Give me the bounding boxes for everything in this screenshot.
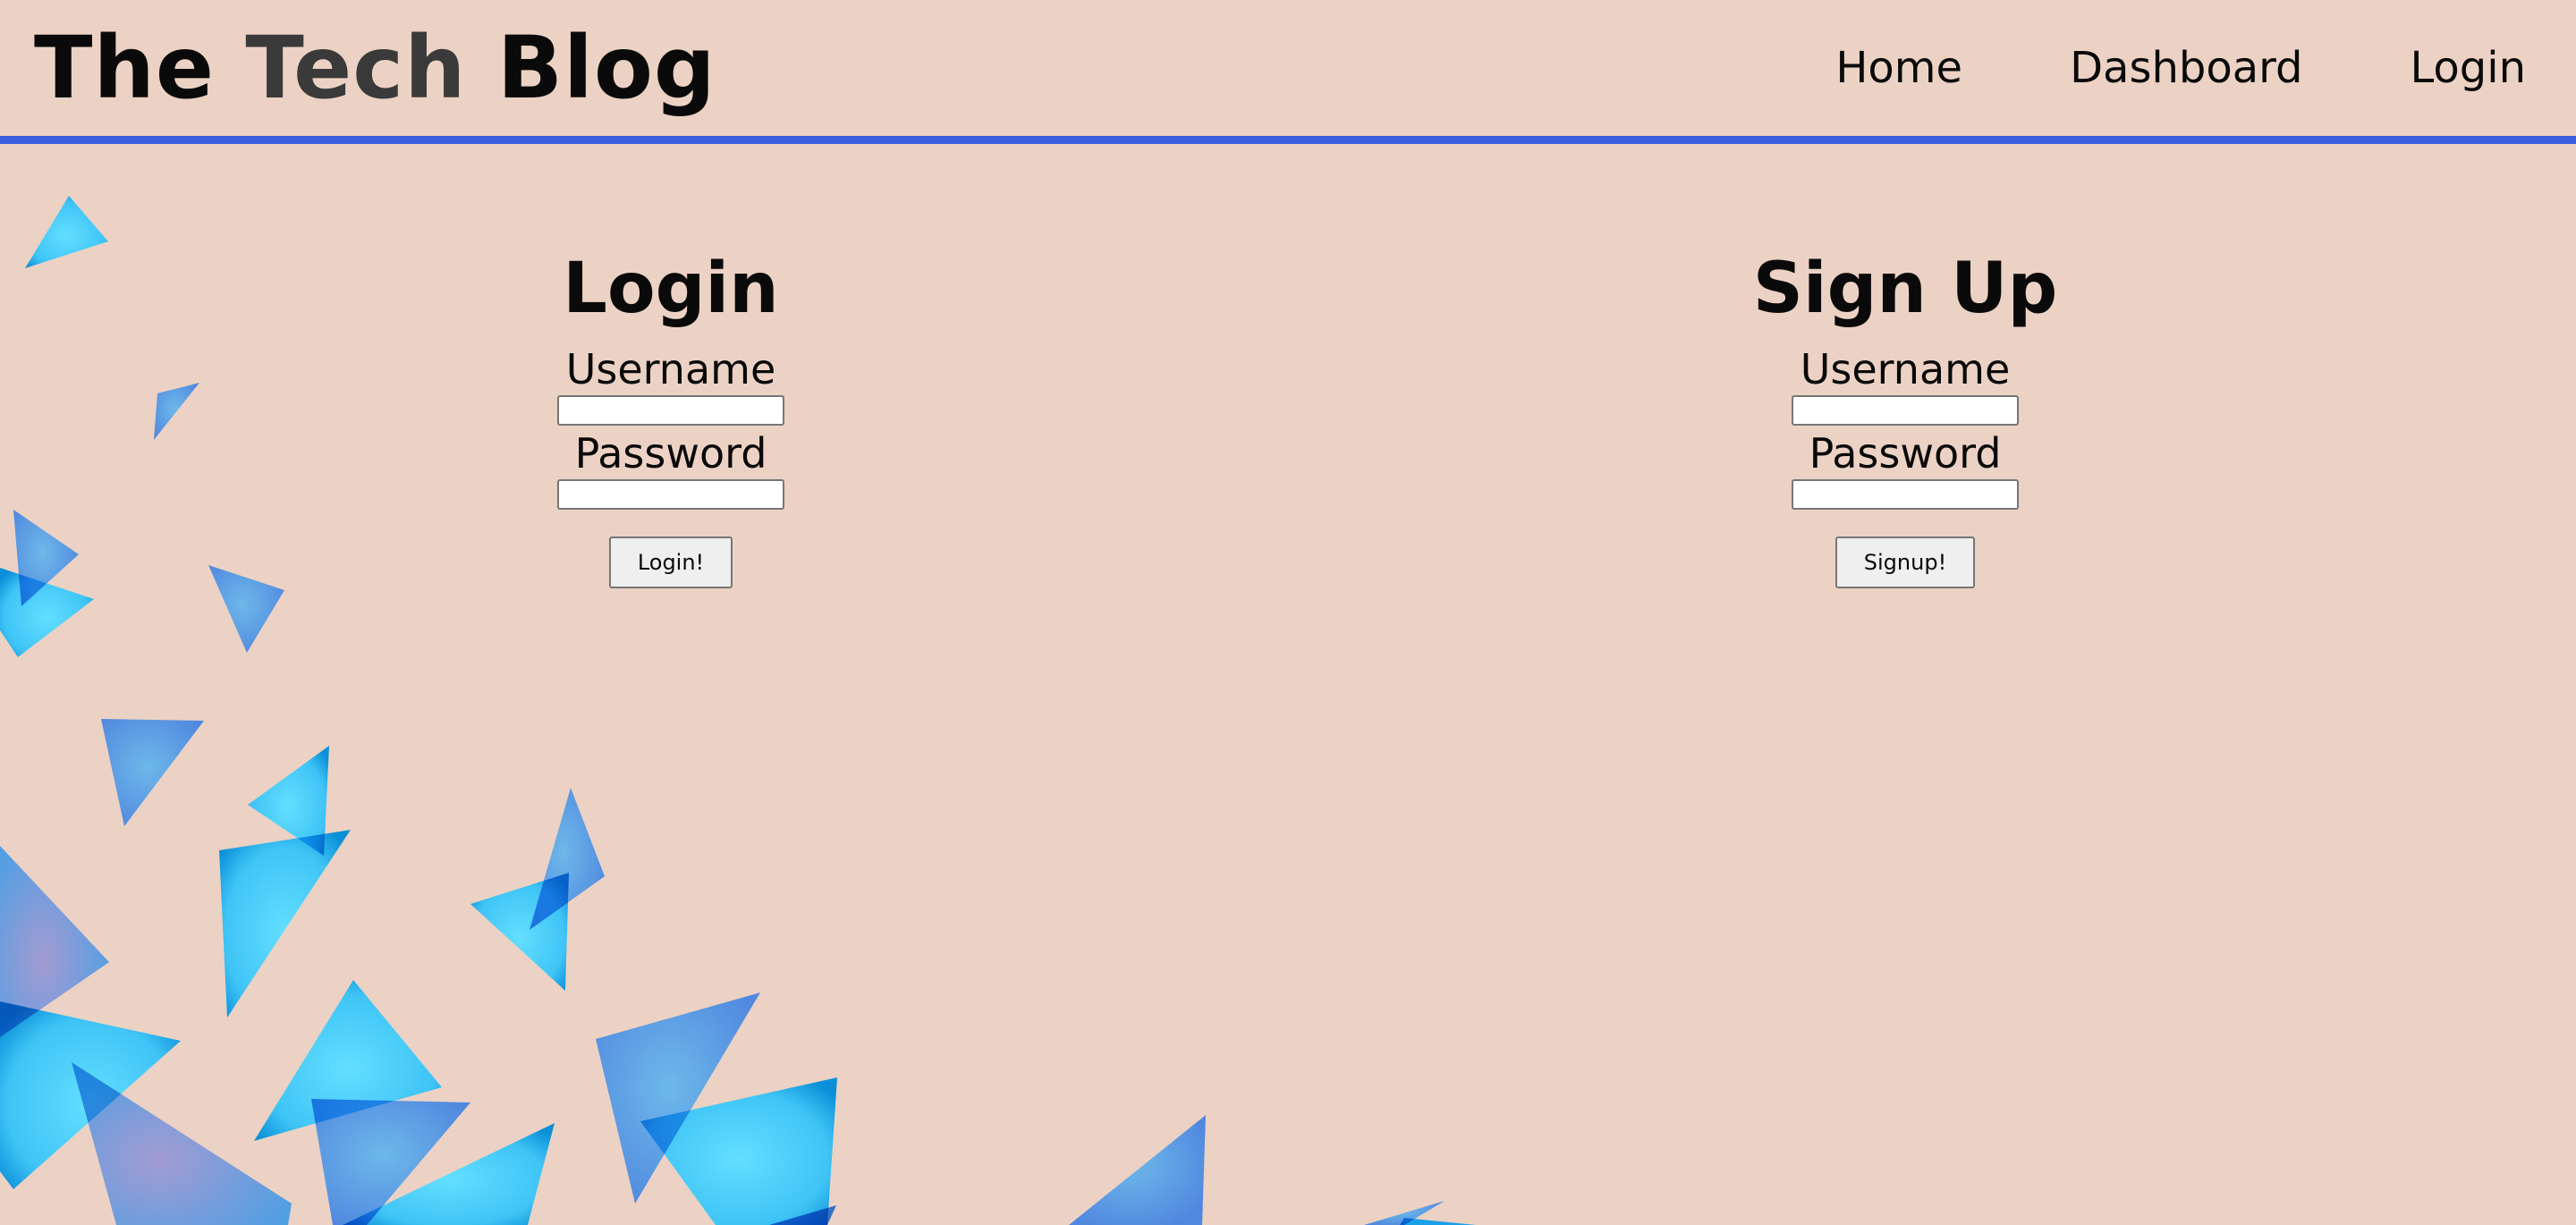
login-password-label: Password [574, 429, 767, 477]
triangle-shape [72, 1062, 292, 1225]
brand-suffix: Blog [466, 18, 716, 118]
signup-username-label: Username [1800, 345, 2011, 393]
site-brand[interactable]: The Tech Blog [34, 16, 716, 120]
site-header: The Tech Blog Home Dashboard Login [0, 0, 2576, 144]
nav-link-home[interactable]: Home [1782, 32, 2016, 104]
login-form: Login Username Password Login! [402, 241, 939, 588]
signup-submit-button[interactable]: Signup! [1835, 536, 1976, 588]
triangle-shape [154, 383, 199, 440]
triangle-shape [25, 196, 108, 268]
signup-password-label: Password [1809, 429, 2002, 477]
main-nav: Home Dashboard Login [1782, 32, 2526, 104]
triangle-shape [208, 565, 284, 653]
login-username-label: Username [565, 345, 776, 393]
login-password-input[interactable] [557, 479, 784, 510]
triangle-shape [1400, 1218, 1476, 1225]
triangle-shape [470, 873, 569, 991]
login-title: Login [563, 249, 779, 329]
login-submit-button[interactable]: Login! [608, 536, 733, 588]
triangle-shape [101, 719, 204, 826]
brand-accent: Tech [245, 18, 467, 118]
signup-title: Sign Up [1752, 249, 2058, 329]
triangle-shape [219, 830, 351, 1018]
triangle-shape [1069, 1115, 1206, 1225]
nav-link-login[interactable]: Login [2357, 32, 2527, 104]
signup-form: Sign Up Username Password Signup! [1637, 241, 2174, 588]
nav-link-dashboard[interactable]: Dashboard [2016, 32, 2356, 104]
signup-password-input[interactable] [1792, 479, 2019, 510]
brand-prefix: The [34, 18, 246, 118]
background-triangles [0, 196, 1476, 1225]
login-username-input[interactable] [557, 395, 784, 426]
signup-username-input[interactable] [1792, 395, 2019, 426]
